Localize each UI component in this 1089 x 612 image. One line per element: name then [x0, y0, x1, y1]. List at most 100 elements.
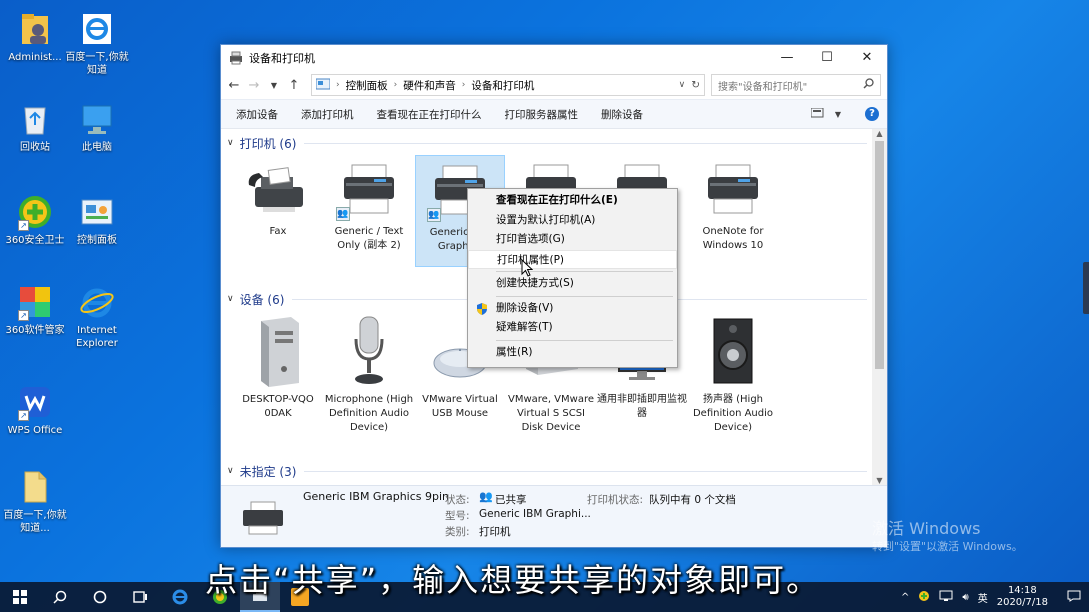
forward-arrow-icon[interactable]: →	[247, 78, 261, 93]
menu-see-whats-printing[interactable]: 查看现在正在打印什么(E)	[468, 191, 677, 211]
recent-dropdown-icon[interactable]: ▼	[267, 81, 281, 90]
close-button[interactable]: ✕	[847, 45, 887, 71]
breadcrumb-separator: ›	[461, 80, 466, 90]
search-placeholder: 搜索"设备和打印机"	[718, 81, 808, 93]
vertical-scrollbar[interactable]: ▲ ▼	[872, 129, 887, 485]
back-arrow-icon[interactable]: ←	[227, 78, 241, 93]
mouse-cursor-icon	[521, 258, 534, 277]
desktop-icon-label: 控制面板	[77, 235, 117, 246]
device-label: Microphone (High Definition Audio Device…	[324, 394, 414, 433]
desktop-icon-label: Internet Explorer	[76, 325, 118, 349]
breadcrumb-hardware-sound[interactable]: 硬件和声音	[403, 78, 456, 93]
address-bar[interactable]: › 控制面板 › 硬件和声音 › 设备和打印机 ∨ ↻	[311, 74, 705, 96]
search-button[interactable]	[40, 582, 80, 612]
menu-set-default-printer[interactable]: 设置为默认打印机(A)	[468, 211, 677, 231]
desktop-icon-wps-office[interactable]: ↗ WPS Office	[0, 383, 70, 437]
collapse-chevron-icon: ∨	[227, 138, 234, 148]
device-microphone[interactable]: Microphone (High Definition Audio Device…	[324, 313, 414, 435]
activation-watermark-title: 激活 Windows	[872, 519, 981, 538]
desktop-icon-recycle-bin[interactable]: 回收站	[0, 100, 70, 154]
desktop-icon-administrator[interactable]: Administ...	[0, 10, 70, 64]
volume-icon[interactable]: 🔊︎	[962, 592, 968, 603]
device-label: 通用非即插即用监视器	[597, 394, 687, 419]
menu-remove-device-label: 删除设备(V)	[496, 301, 554, 314]
desktop-icon-label: 360安全卫士	[5, 235, 65, 246]
clock[interactable]: 14:18 2020/7/18	[997, 585, 1048, 609]
category-value: 打印机	[479, 526, 511, 538]
menu-troubleshoot[interactable]: 疑难解答(T)	[468, 318, 677, 338]
360-software-manager-icon: ↗	[16, 283, 54, 321]
start-button[interactable]	[0, 582, 40, 612]
device-desktop[interactable]: DESKTOP-VQO 0DAK	[233, 313, 323, 421]
taskbar-ie-button[interactable]	[160, 582, 200, 612]
shared-users-icon: 👥	[427, 208, 441, 222]
help-icon[interactable]: ?	[865, 107, 879, 121]
task-view-button[interactable]	[120, 582, 160, 612]
menu-printer-properties[interactable]: 打印机属性(P)	[468, 249, 677, 269]
printer-label: Fax	[269, 226, 287, 237]
clock-time: 14:18	[1007, 585, 1037, 596]
menu-remove-device[interactable]: 删除设备(V)	[468, 299, 677, 319]
menu-create-shortcut[interactable]: 创建快捷方式(S)	[468, 274, 677, 294]
cortana-circle-icon	[93, 590, 107, 604]
command-bar: 添加设备 添加打印机 查看现在正在打印什么 打印服务器属性 删除设备 ▼ ?	[221, 99, 887, 129]
show-hidden-icons-icon[interactable]: ^	[901, 592, 909, 603]
model-label: 型号:	[445, 510, 470, 522]
printer-onenote[interactable]: OneNote for Windows 10	[688, 155, 778, 253]
address-dropdown-icon[interactable]: ∨	[679, 80, 686, 90]
menu-printing-preferences[interactable]: 打印首选项(G)	[468, 230, 677, 250]
add-device-button[interactable]: 添加设备	[229, 107, 285, 122]
device-speaker[interactable]: 扬声器 (High Definition Audio Device)	[688, 313, 778, 435]
network-icon[interactable]	[939, 590, 953, 605]
menu-properties[interactable]: 属性(R)	[468, 343, 677, 363]
refresh-icon[interactable]: ↻	[691, 79, 700, 91]
speaker-icon	[698, 313, 768, 389]
breadcrumb-control-panel[interactable]: 控制面板	[346, 78, 388, 93]
minimize-button[interactable]: —	[767, 45, 807, 71]
windows-logo-icon	[13, 590, 27, 604]
ie-shortcut-icon	[78, 10, 116, 48]
ime-indicator[interactable]: 英	[978, 590, 988, 605]
device-label: VMware, VMware Virtual S SCSI Disk Devic…	[508, 394, 594, 433]
scroll-up-icon[interactable]: ▲	[872, 129, 887, 138]
add-printer-button[interactable]: 添加打印机	[294, 107, 361, 122]
breadcrumb-separator: ›	[393, 80, 398, 90]
selected-printer-icon	[237, 498, 289, 541]
desktop-icon-360-safe[interactable]: ↗ 360安全卫士	[0, 193, 70, 247]
desktop-icon-label: 回收站	[20, 142, 50, 153]
desktop-icon-internet-explorer[interactable]: Internet Explorer	[62, 283, 132, 350]
print-server-properties-button[interactable]: 打印服务器属性	[498, 107, 586, 122]
desktop-icon-360-software[interactable]: ↗ 360软件管家	[0, 283, 70, 337]
desktop-icon-this-pc[interactable]: 此电脑	[62, 100, 132, 154]
search-icon	[53, 590, 67, 604]
view-dropdown-icon[interactable]: ▼	[835, 110, 841, 119]
search-input[interactable]: 搜索"设备和打印机"	[711, 74, 881, 96]
breadcrumb-devices-printers[interactable]: 设备和打印机	[471, 78, 534, 93]
title-bar[interactable]: 设备和打印机 — ☐ ✕	[221, 45, 887, 71]
category-label: 类别:	[445, 526, 470, 538]
desktop-icon-control-panel[interactable]: 控制面板	[62, 193, 132, 247]
cortana-button[interactable]	[80, 582, 120, 612]
view-options-icon[interactable]	[810, 107, 825, 121]
printer-generic-text-only[interactable]: 👥 Generic / Text Only (副本 2)	[324, 155, 414, 253]
microphone-icon	[334, 313, 404, 389]
see-whats-printing-button[interactable]: 查看现在正在打印什么	[370, 107, 489, 122]
model-value: Generic IBM Graphi...	[479, 508, 591, 520]
collapse-chevron-icon: ∨	[227, 294, 234, 304]
security-tray-icon[interactable]	[918, 590, 930, 605]
scroll-down-icon[interactable]: ▼	[872, 476, 887, 485]
desktop-icon-baidu-2[interactable]: 百度一下,你就知道...	[0, 468, 70, 535]
menu-separator	[496, 339, 673, 341]
unspecified-group-header[interactable]: ∨ 未指定 (3)	[227, 463, 867, 479]
maximize-button[interactable]: ☐	[807, 45, 847, 71]
printer-fax[interactable]: Fax	[233, 155, 323, 239]
expand-chevron-icon: ∨	[227, 466, 234, 476]
scrollbar-thumb[interactable]	[875, 141, 884, 369]
notification-center-icon[interactable]	[1067, 590, 1081, 605]
desktop-icon-baidu-1[interactable]: 百度一下,你就知道	[62, 10, 132, 77]
remove-device-button[interactable]: 删除设备	[594, 107, 650, 122]
side-scroll-handle[interactable]	[1083, 262, 1089, 314]
up-arrow-icon[interactable]: ↑	[287, 78, 301, 93]
printers-group-header[interactable]: ∨ 打印机 (6)	[227, 135, 867, 151]
video-subtitle: 点击“共享”，输入想要共享的对象即可。	[205, 561, 821, 599]
